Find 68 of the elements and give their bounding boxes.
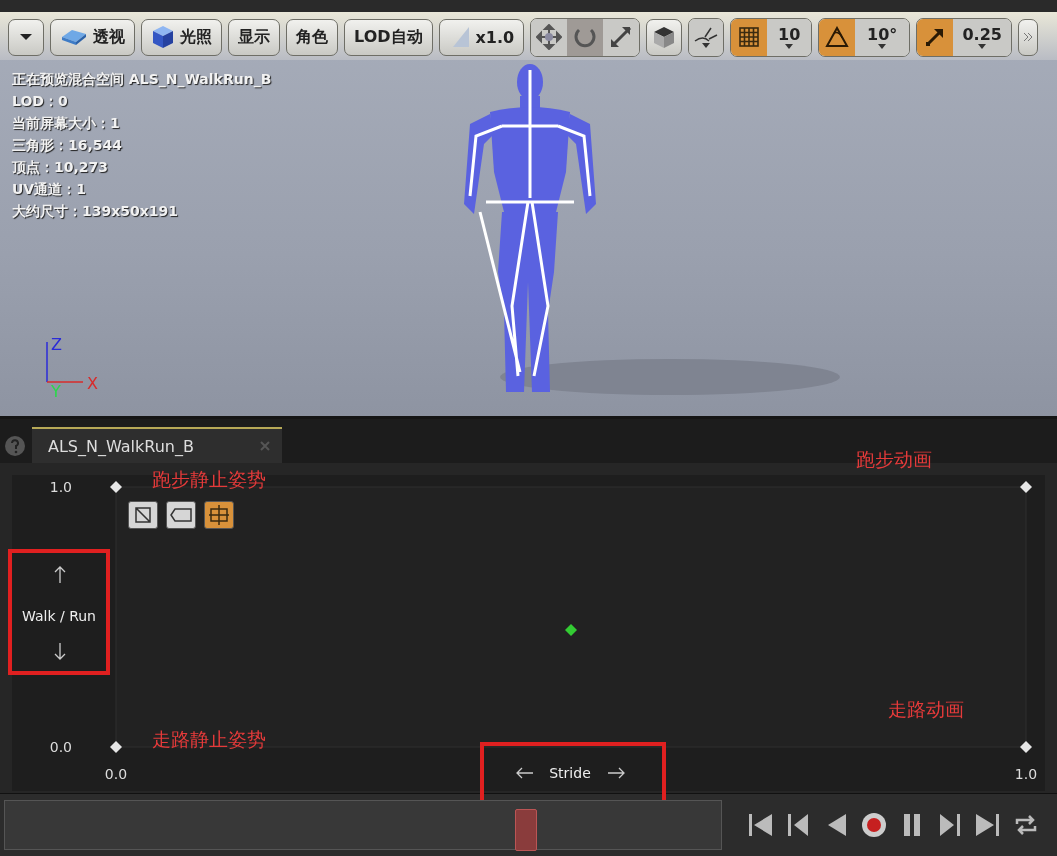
timeline-track[interactable] [4, 800, 722, 850]
x-axis-label: Stride [516, 765, 625, 781]
caret-icon [19, 33, 33, 41]
annotation-text: 走路静止姿势 [152, 727, 266, 752]
x-axis-title: Stride [549, 765, 591, 781]
axis-label: Y [51, 382, 61, 398]
diagonal-arrow-icon [925, 27, 946, 47]
viewport[interactable]: 透视 光照 显示 角色 LOD自动 x1.0 10 10° 0.25 正在预览混合空间 ALS_N_WalkRun_B LOD：0 当前屏幕大小：1 三角形：16,544 顶点：10,273 UV通道：1 大约尺寸：139x50x191 Z Y X [0, 0, 1057, 416]
transform-tool-button[interactable] [603, 18, 640, 56]
snap-value-dropdown[interactable]: 10 [767, 18, 812, 56]
annotation-text: 走路动画 [888, 697, 964, 722]
graph-tool-button[interactable] [166, 501, 196, 529]
caret-icon [785, 44, 794, 49]
playback-speed-button[interactable]: x1.0 [438, 18, 525, 56]
overflow-button[interactable] [1018, 18, 1039, 56]
cube-icon [151, 25, 175, 49]
snap-value-dropdown[interactable]: 10° [855, 18, 910, 56]
cube-icon [652, 25, 677, 49]
options-menu-button[interactable] [8, 18, 44, 56]
sample-point[interactable] [110, 481, 122, 493]
camera-button[interactable] [646, 18, 683, 56]
angle-triangle-icon [825, 26, 850, 48]
annotation-text: 跑步静止姿势 [152, 467, 266, 492]
axis-label: Z [51, 335, 62, 354]
move-arrows-icon [536, 24, 563, 50]
graph-tool-button[interactable] [128, 501, 158, 529]
axis-tick-label: 0.0 [49, 739, 72, 755]
flat-block-icon [60, 27, 88, 47]
grid-icon [739, 27, 760, 47]
tag-icon [170, 508, 192, 522]
viewport-stat-text: 大约尺寸：139x50x191 [12, 202, 179, 221]
viewport-stat-text: 正在预览混合空间 ALS_N_WalkRun_B [12, 70, 272, 90]
view-option-button[interactable]: 角色 [286, 18, 338, 56]
axis-label: X [87, 374, 98, 393]
caret-icon [702, 42, 711, 48]
caret-icon [878, 44, 887, 49]
y-axis-label: Walk / Run [22, 566, 96, 660]
viewport-stat-text: 顶点：10,273 [12, 158, 110, 177]
viewport-stat-text: 三角形：16,544 [12, 136, 124, 155]
axis-tick-label: 1.0 [49, 479, 72, 495]
document-tab[interactable]: ALS_N_WalkRun_B [32, 427, 282, 463]
annotation-text: 跑步动画 [856, 447, 932, 472]
viewport-stat-text: 当前屏幕大小：1 [12, 114, 121, 133]
graph-tool-button[interactable] [204, 501, 234, 529]
sample-point[interactable] [1020, 481, 1032, 493]
lighting-mode-button[interactable]: 光照 [141, 18, 222, 56]
transform-tool-button[interactable] [567, 18, 604, 56]
caret-icon [978, 44, 987, 49]
axis-tick-label: 1.0 [1014, 766, 1038, 782]
snap-toggle-button[interactable] [731, 18, 768, 56]
axis-tick-label: 0.0 [104, 766, 128, 782]
view-mode-button[interactable]: 透视 [50, 18, 135, 56]
snap-toggle-button[interactable] [819, 18, 856, 56]
snap-toggle-button[interactable] [917, 18, 954, 56]
viewport-stat-text: UV通道：1 [12, 180, 87, 199]
record-icon[interactable] [860, 810, 888, 840]
sample-point[interactable] [1020, 741, 1032, 753]
snap-value-dropdown[interactable]: 0.25 [953, 18, 1012, 56]
surface-snap-button[interactable] [688, 17, 725, 57]
y-axis-title: Walk / Run [22, 608, 96, 624]
sample-point[interactable] [565, 624, 577, 636]
tab-title: ALS_N_WalkRun_B [48, 436, 194, 456]
view-option-button[interactable]: LOD自动 [344, 18, 433, 56]
viewport-stat-text: LOD：0 [12, 92, 69, 111]
sample-point[interactable] [110, 741, 122, 753]
transform-tool-button[interactable] [531, 18, 568, 56]
view-option-button[interactable]: 显示 [228, 18, 280, 56]
chevrons-right-icon [1022, 31, 1035, 43]
